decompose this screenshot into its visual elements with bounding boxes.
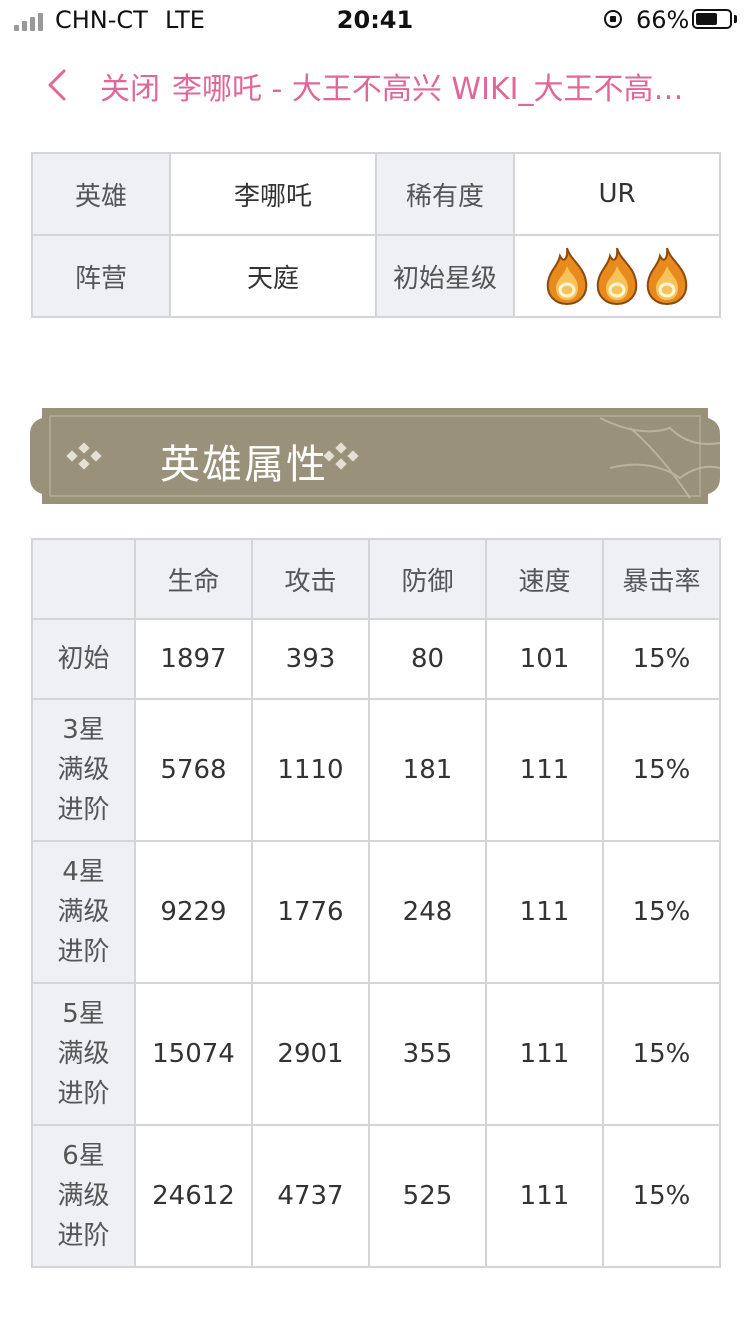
row-header: 初始	[31, 618, 136, 700]
battery-cap	[734, 15, 737, 23]
orientation-lock-icon	[604, 10, 622, 28]
table-row: 初始 1897 393 80 101 15%	[31, 618, 721, 700]
table-header-row: 生命 攻击 防御 速度 暴击率	[31, 538, 721, 620]
table-cell: 181	[368, 698, 487, 842]
row-header: 3星满级进阶	[31, 698, 136, 842]
table-cell: 355	[368, 982, 487, 1126]
row-header-label: 4星满级进阶	[57, 857, 110, 967]
table-cell: 15%	[602, 618, 721, 700]
rarity-value: UR	[513, 152, 721, 236]
column-header: 暴击率	[602, 538, 721, 620]
table-cell: 15%	[602, 1124, 721, 1268]
flame-rating	[515, 246, 719, 306]
table-cell: 111	[485, 982, 604, 1126]
table-cell: 101	[485, 618, 604, 700]
nav-bar: 关闭 李哪吒 - 大王不高兴 WIKI_大王不高兴攻略	[0, 50, 750, 120]
close-button[interactable]: 关闭	[100, 64, 160, 108]
column-header: 攻击	[251, 538, 370, 620]
flame-icon	[546, 247, 588, 306]
table-cell: 111	[485, 698, 604, 842]
table-cell: 1110	[251, 698, 370, 842]
banner-background	[30, 408, 720, 504]
hero-value: 李哪吒	[169, 152, 377, 236]
section-banner: 英雄属性	[30, 408, 720, 504]
row-header-label: 5星满级进阶	[57, 999, 110, 1109]
table-cell: 248	[368, 840, 487, 984]
battery-icon	[692, 9, 732, 29]
row-header-label: 3星满级进阶	[57, 715, 110, 825]
table-cell: 5768	[134, 698, 253, 842]
faction-label: 阵营	[31, 234, 171, 318]
row-header: 6星满级进阶	[31, 1124, 136, 1268]
battery-percentage: 66%	[636, 6, 690, 34]
hero-stats-table: 生命 攻击 防御 速度 暴击率 初始 1897 393 80 101 15% 3…	[31, 538, 721, 1268]
table-cell: 15%	[602, 698, 721, 842]
column-header: 速度	[485, 538, 604, 620]
hero-info-table: 英雄 李哪吒 稀有度 UR 阵营 天庭 初始星级	[31, 152, 721, 318]
table-cell: 9229	[134, 840, 253, 984]
row-header-label: 6星满级进阶	[57, 1141, 110, 1251]
table-cell: 15%	[602, 840, 721, 984]
flame-icon	[646, 247, 688, 306]
back-chevron-icon[interactable]	[44, 68, 70, 102]
initial-star-value	[513, 234, 721, 318]
column-header: 防御	[368, 538, 487, 620]
initial-star-label: 初始星级	[375, 234, 515, 318]
battery-fill	[696, 13, 717, 25]
table-row: 6星满级进阶 24612 4737 525 111 15%	[31, 1124, 721, 1268]
table-cell: 15%	[602, 982, 721, 1126]
hero-label: 英雄	[31, 152, 171, 236]
table-cell: 1776	[251, 840, 370, 984]
page-title: 李哪吒 - 大王不高兴 WIKI_大王不高兴攻略	[172, 72, 712, 107]
row-header: 4星满级进阶	[31, 840, 136, 984]
section-title: 英雄属性	[160, 442, 328, 488]
table-cell: 111	[485, 1124, 604, 1268]
rarity-label: 稀有度	[375, 152, 515, 236]
table-cell: 111	[485, 840, 604, 984]
table-cell: 393	[251, 618, 370, 700]
table-row: 阵营 天庭 初始星级	[31, 234, 721, 318]
table-cell: 525	[368, 1124, 487, 1268]
table-cell: 2901	[251, 982, 370, 1126]
column-header	[31, 538, 136, 620]
flame-icon	[596, 247, 638, 306]
table-cell: 80	[368, 618, 487, 700]
table-row: 5星满级进阶 15074 2901 355 111 15%	[31, 982, 721, 1126]
row-header: 5星满级进阶	[31, 982, 136, 1126]
table-cell: 1897	[134, 618, 253, 700]
table-row: 英雄 李哪吒 稀有度 UR	[31, 152, 721, 236]
table-row: 3星满级进阶 5768 1110 181 111 15%	[31, 698, 721, 842]
table-cell: 4737	[251, 1124, 370, 1268]
table-cell: 24612	[134, 1124, 253, 1268]
faction-value: 天庭	[169, 234, 377, 318]
table-cell: 15074	[134, 982, 253, 1126]
table-row: 4星满级进阶 9229 1776 248 111 15%	[31, 840, 721, 984]
status-bar: CHN-CT LTE 20:41 66%	[0, 0, 750, 40]
column-header: 生命	[134, 538, 253, 620]
